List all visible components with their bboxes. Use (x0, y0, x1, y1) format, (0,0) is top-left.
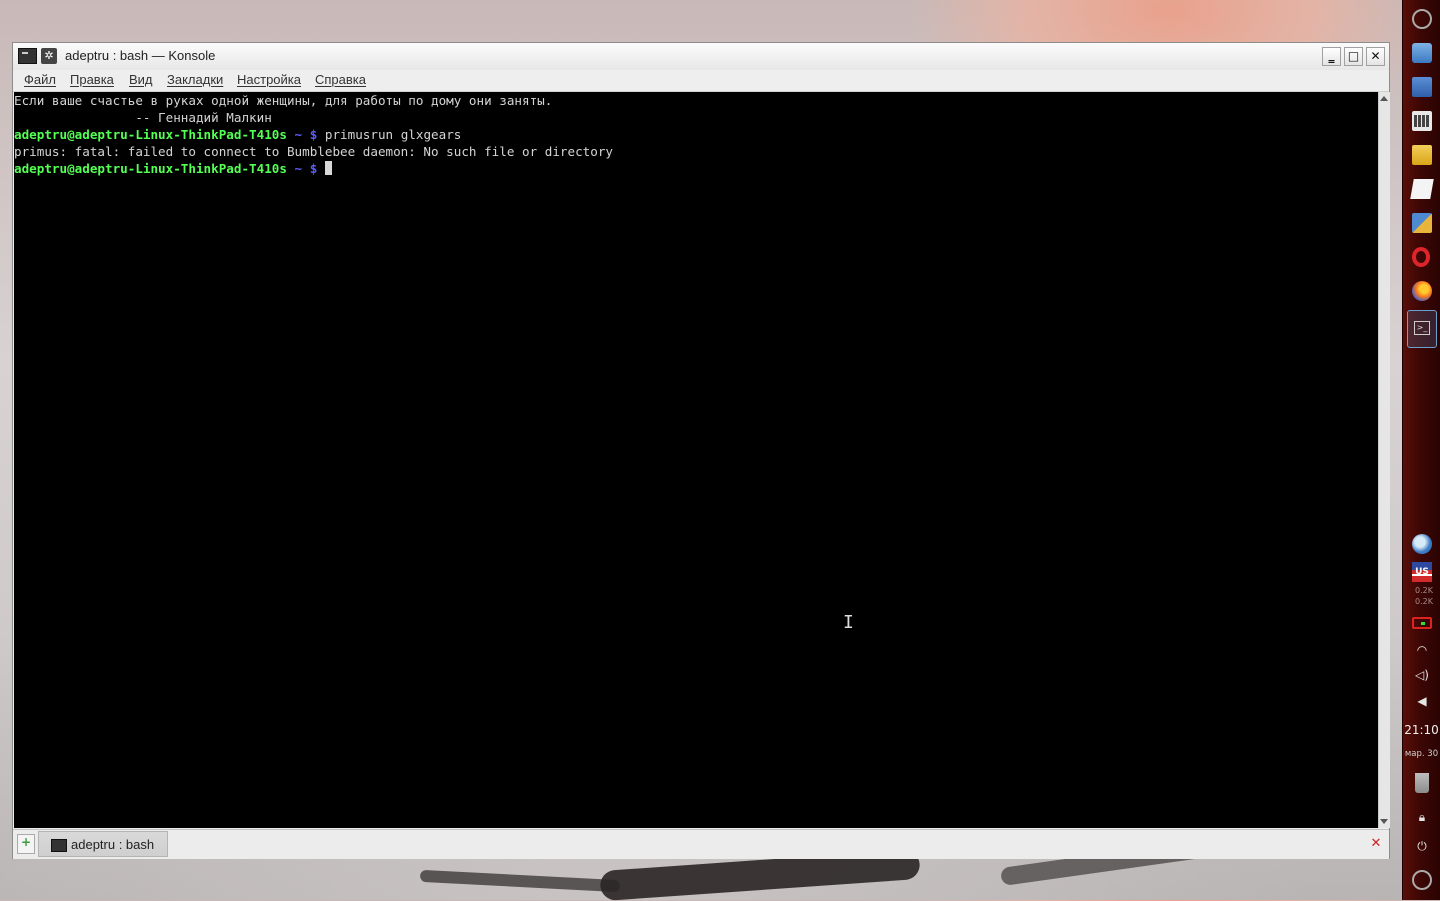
right-panel: >_ US 0.2K 0.2K ◠ ◁) ◀ 21:10 мар. 30 🔒︎ … (1403, 0, 1440, 900)
tab-bar: adeptru : bash ✕ (13, 829, 1389, 859)
menu-edit[interactable]: Правка (70, 72, 114, 87)
menu-file[interactable]: Файл (24, 72, 56, 87)
terminal-line: adeptru@adeptru-Linux-ThinkPad-T410s ~ $ (14, 160, 1378, 177)
vertical-scrollbar[interactable] (1378, 92, 1390, 828)
spreadsheet-icon[interactable] (1412, 111, 1432, 131)
window-title: adeptru : bash — Konsole (65, 48, 216, 63)
new-tab-button[interactable] (17, 834, 35, 854)
battery-icon[interactable] (1412, 617, 1432, 629)
net-speed-down: 0.2K (1415, 597, 1433, 606)
text-cursor (324, 161, 332, 175)
home-folder-icon[interactable] (1412, 43, 1432, 63)
net-speed-up: 0.2K (1415, 586, 1433, 595)
clock[interactable]: 21:10 (1403, 723, 1440, 737)
collapse-tray-icon[interactable]: ◀ (1412, 691, 1432, 711)
terminal-line: adeptru@adeptru-Linux-ThinkPad-T410s ~ $… (14, 126, 1378, 143)
menu-help[interactable]: Справка (315, 72, 366, 87)
scroll-up-icon[interactable] (1380, 96, 1388, 101)
maximize-button[interactable]: □ (1344, 47, 1363, 66)
minimize-button[interactable]: ‗ (1322, 47, 1341, 66)
terminal-output[interactable]: Если ваше счастье в руках одной женщины,… (14, 92, 1378, 828)
scroll-down-icon[interactable] (1380, 819, 1388, 824)
lock-screen-icon[interactable]: 🔒︎ (1412, 807, 1432, 827)
prompt-user: adeptru@adeptru-Linux-ThinkPad-T410s (14, 161, 287, 176)
terminal-app-icon[interactable] (18, 48, 37, 64)
menu-settings[interactable]: Настройка (237, 72, 301, 87)
prompt-user: adeptru@adeptru-Linux-ThinkPad-T410s (14, 127, 287, 142)
power-icon[interactable]: ⏻ (1412, 836, 1432, 856)
system-settings-icon[interactable] (1412, 213, 1432, 233)
terminal-icon (51, 839, 67, 852)
date: мар. 30 (1404, 749, 1439, 759)
menu-bar: Файл Правка Вид Закладки Настройка Справ… (13, 70, 1389, 92)
command-text: primusrun glxgears (324, 127, 462, 142)
prompt-symbol: ~ $ (286, 127, 325, 142)
pin-icon[interactable]: ✲ (41, 48, 57, 64)
volume-icon[interactable]: ◁) (1412, 665, 1432, 685)
mail-client-icon[interactable] (1412, 534, 1432, 554)
close-tab-button[interactable]: ✕ (1368, 835, 1384, 853)
opera-browser-icon[interactable] (1412, 247, 1430, 267)
wifi-icon[interactable]: ◠ (1412, 640, 1432, 660)
close-button[interactable]: ✕ (1366, 47, 1385, 66)
file-manager-icon[interactable] (1412, 77, 1432, 97)
ibeam-pointer-icon: Ι (843, 612, 854, 633)
tab-label: adeptru : bash (71, 837, 155, 852)
terminal-line: primus: fatal: failed to connect to Bumb… (14, 144, 613, 159)
konsole-taskbar-icon[interactable]: >_ (1407, 310, 1437, 348)
terminal-line: Если ваше счастье в руках одной женщины,… (14, 93, 553, 108)
menu-view[interactable]: Вид (129, 72, 153, 87)
konsole-window: ✲ adeptru : bash — Konsole ‗ □ ✕ Файл Пр… (12, 42, 1390, 859)
menu-bookmarks[interactable]: Закладки (167, 72, 223, 87)
terminal-line: -- Геннадий Малкин (14, 110, 272, 125)
title-bar[interactable]: ✲ adeptru : bash — Konsole ‗ □ ✕ (13, 43, 1389, 71)
keyboard-layout-icon[interactable]: US (1412, 562, 1432, 582)
trash-icon[interactable] (1415, 773, 1429, 793)
launcher-bottom-icon[interactable] (1412, 870, 1432, 890)
launcher-icon[interactable] (1412, 9, 1432, 29)
archive-folder-icon[interactable] (1412, 145, 1432, 165)
text-editor-icon[interactable] (1410, 179, 1434, 199)
firefox-browser-icon[interactable] (1412, 281, 1432, 301)
tab-bash[interactable]: adeptru : bash (38, 831, 168, 857)
prompt-symbol: ~ $ (286, 161, 325, 176)
